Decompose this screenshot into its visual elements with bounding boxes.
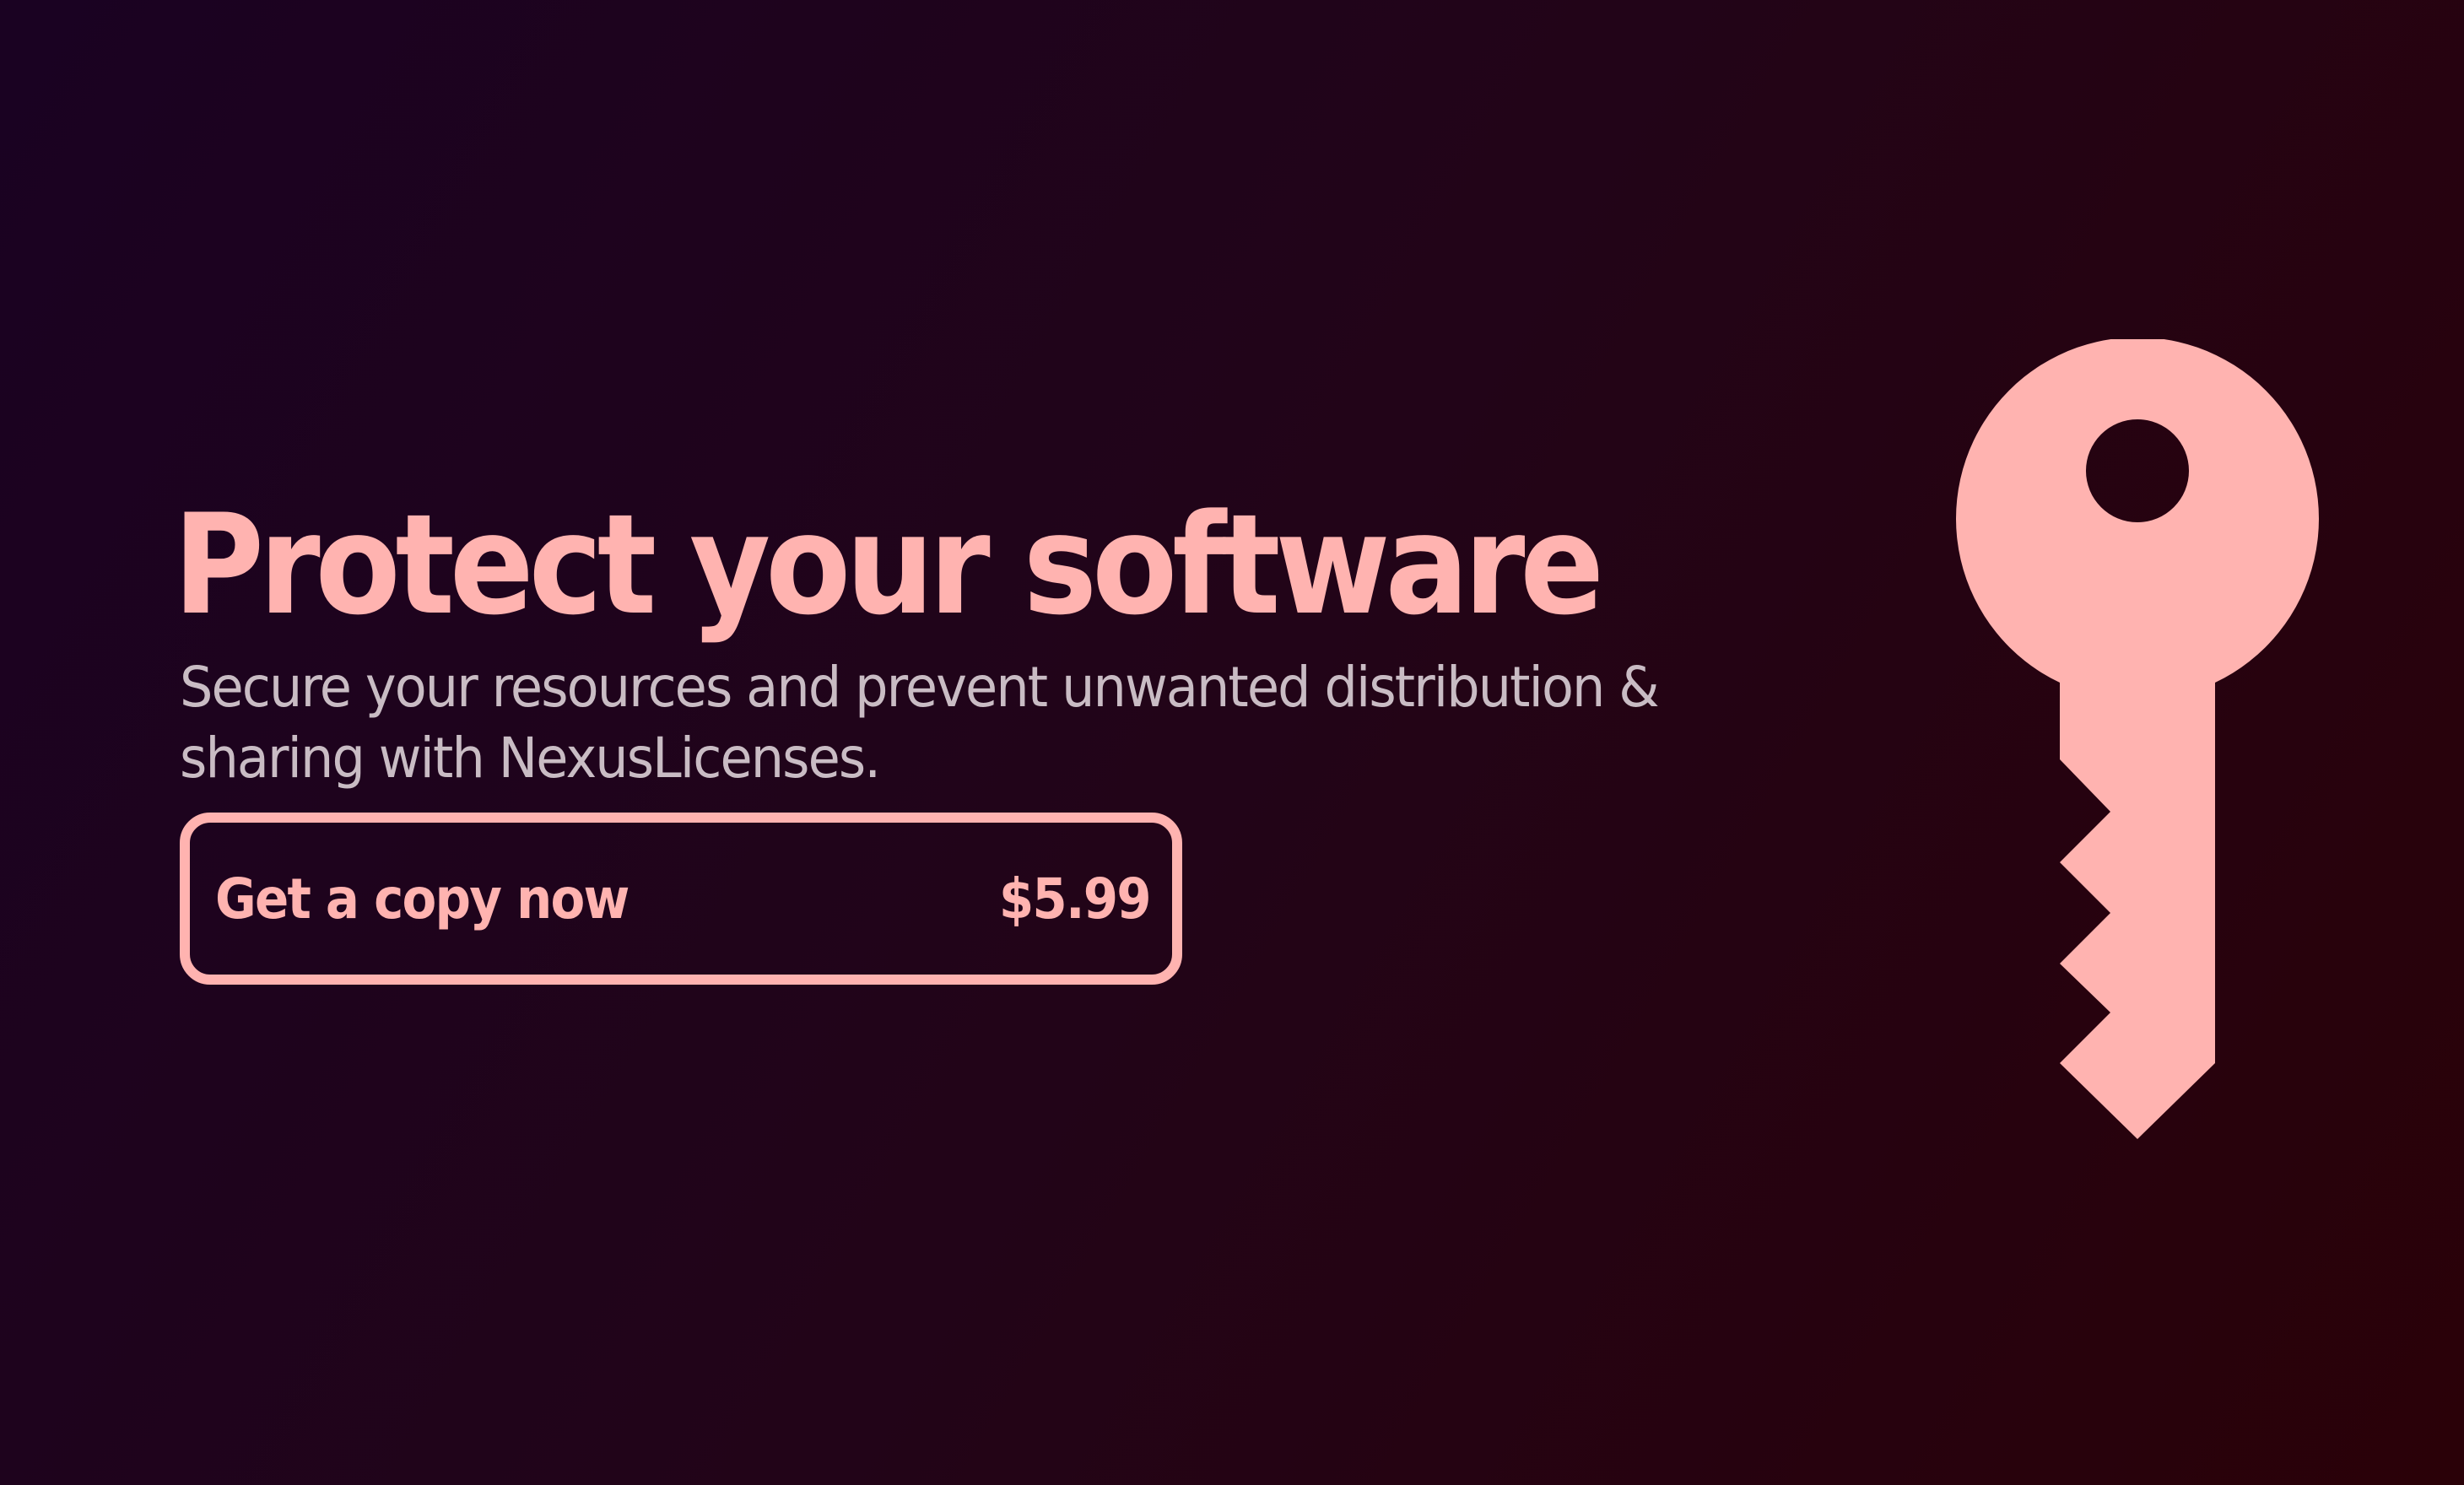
hero-text: Protect your software Secure your resour…: [173, 494, 1818, 794]
get-copy-button[interactable]: Get a copy now $5.99: [180, 813, 1182, 985]
get-copy-button-label: Get a copy now: [215, 866, 630, 932]
headline: Protect your software: [173, 484, 1604, 645]
price-label: $5.99: [999, 866, 1152, 932]
key-icon: [1956, 339, 2319, 1139]
hero-subtext: Secure your resources and prevent unwant…: [180, 655, 1660, 791]
